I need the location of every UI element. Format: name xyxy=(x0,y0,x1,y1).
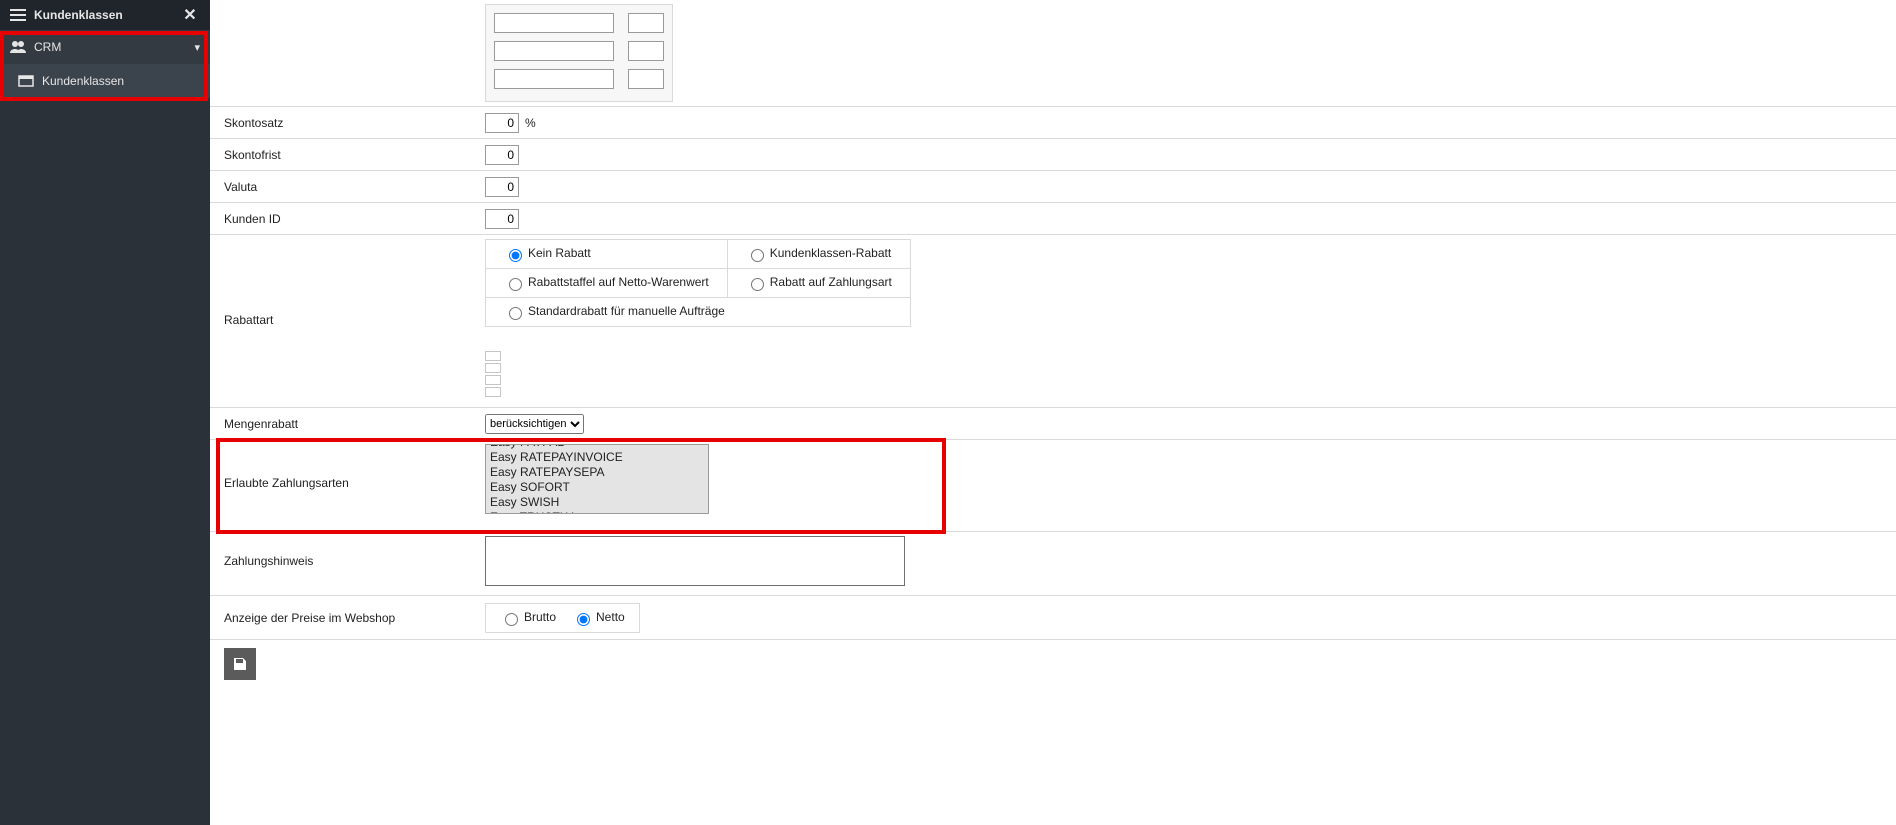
chevron-down-icon: ▾ xyxy=(194,41,200,54)
sidebar-group-label: CRM xyxy=(34,40,194,54)
radio-kein-rabatt[interactable]: Kein Rabatt xyxy=(504,246,591,260)
toolbar xyxy=(210,639,1896,688)
sidebar-header: Kundenklassen ✕ xyxy=(0,0,210,30)
main-form-area: Skontosatz % Skontofrist Valuta Kunden I… xyxy=(210,0,1896,825)
triple-input-2b[interactable] xyxy=(628,41,664,61)
people-icon xyxy=(10,39,26,55)
list-item[interactable]: Easy SOFORT xyxy=(486,480,708,495)
save-button[interactable] xyxy=(224,648,256,680)
triple-input-1a[interactable] xyxy=(494,13,614,33)
radio-rabatt-zahlungsart[interactable]: Rabatt auf Zahlungsart xyxy=(746,275,892,289)
row-erlaubte-zahlungsarten: Erlaubte Zahlungsarten Easy PAYPAL Easy … xyxy=(210,439,1896,531)
radio-rabattstaffel[interactable]: Rabattstaffel auf Netto-Warenwert xyxy=(504,275,709,289)
triple-input-2a[interactable] xyxy=(494,41,614,61)
suffix-percent: % xyxy=(525,116,536,130)
textarea-zahlungshinweis[interactable] xyxy=(485,536,905,586)
sidebar-title: Kundenklassen xyxy=(34,8,180,22)
input-kundenid[interactable] xyxy=(485,209,519,229)
sidebar: Kundenklassen ✕ CRM ▾ Kundenklassen xyxy=(0,0,210,825)
window-icon xyxy=(18,73,34,89)
list-item[interactable]: Easy SWISH xyxy=(486,495,708,510)
rabattart-radio-group: Kein Rabatt Kundenklassen-Rabatt Rabatts… xyxy=(485,239,911,327)
menu-icon[interactable] xyxy=(10,7,26,23)
rabattart-sub-stubs xyxy=(485,333,501,403)
input-skontofrist[interactable] xyxy=(485,145,519,165)
row-zahlungshinweis: Zahlungshinweis xyxy=(210,531,1896,595)
sidebar-group-crm[interactable]: CRM ▾ xyxy=(0,30,210,64)
row-anzeige-preise: Anzeige der Preise im Webshop Brutto Net… xyxy=(210,595,1896,639)
label-skontofrist: Skontofrist xyxy=(210,148,485,162)
label-valuta: Valuta xyxy=(210,180,485,194)
sidebar-item-kundenklassen[interactable]: Kundenklassen xyxy=(0,64,210,98)
label-erlaubte-zahlungsarten: Erlaubte Zahlungsarten xyxy=(210,440,485,490)
input-valuta[interactable] xyxy=(485,177,519,197)
radio-kundenklassen-rabatt[interactable]: Kundenklassen-Rabatt xyxy=(746,246,891,260)
triple-input-3b[interactable] xyxy=(628,69,664,89)
radio-standardrabatt[interactable]: Standardrabatt für manuelle Aufträge xyxy=(504,304,725,318)
label-zahlungshinweis: Zahlungshinweis xyxy=(210,532,485,568)
triple-input-block xyxy=(485,4,673,102)
row-triple-inputs xyxy=(210,0,1896,106)
list-item[interactable]: Easy RATEPAYINVOICE xyxy=(486,450,708,465)
list-item[interactable]: Easy RATEPAYSEPA xyxy=(486,465,708,480)
input-skontosatz[interactable] xyxy=(485,113,519,133)
save-icon xyxy=(232,656,248,672)
label-skontosatz: Skontosatz xyxy=(210,116,485,130)
list-item[interactable]: Easy TRUSTLY xyxy=(486,510,708,514)
row-skontofrist: Skontofrist xyxy=(210,138,1896,170)
label-rabattart: Rabattart xyxy=(210,235,485,327)
label-mengenrabatt: Mengenrabatt xyxy=(210,417,485,431)
sidebar-item-label: Kundenklassen xyxy=(42,74,124,88)
listbox-zahlungsarten[interactable]: Easy PAYPAL Easy RATEPAYINVOICE Easy RAT… xyxy=(485,444,709,514)
radio-netto[interactable]: Netto xyxy=(572,610,625,626)
row-rabattart: Rabattart Kein Rabatt Kundenklassen-Raba… xyxy=(210,234,1896,407)
row-skontosatz: Skontosatz % xyxy=(210,106,1896,138)
close-icon[interactable]: ✕ xyxy=(180,5,200,25)
label-anzeige-preise: Anzeige der Preise im Webshop xyxy=(210,611,485,625)
radio-brutto[interactable]: Brutto xyxy=(500,610,556,626)
select-mengenrabatt[interactable]: berücksichtigen xyxy=(485,414,584,434)
triple-input-3a[interactable] xyxy=(494,69,614,89)
row-valuta: Valuta xyxy=(210,170,1896,202)
row-mengenrabatt: Mengenrabatt berücksichtigen xyxy=(210,407,1896,439)
anzeige-radio-group: Brutto Netto xyxy=(485,603,640,633)
triple-input-1b[interactable] xyxy=(628,13,664,33)
row-kundenid: Kunden ID xyxy=(210,202,1896,234)
label-kundenid: Kunden ID xyxy=(210,212,485,226)
